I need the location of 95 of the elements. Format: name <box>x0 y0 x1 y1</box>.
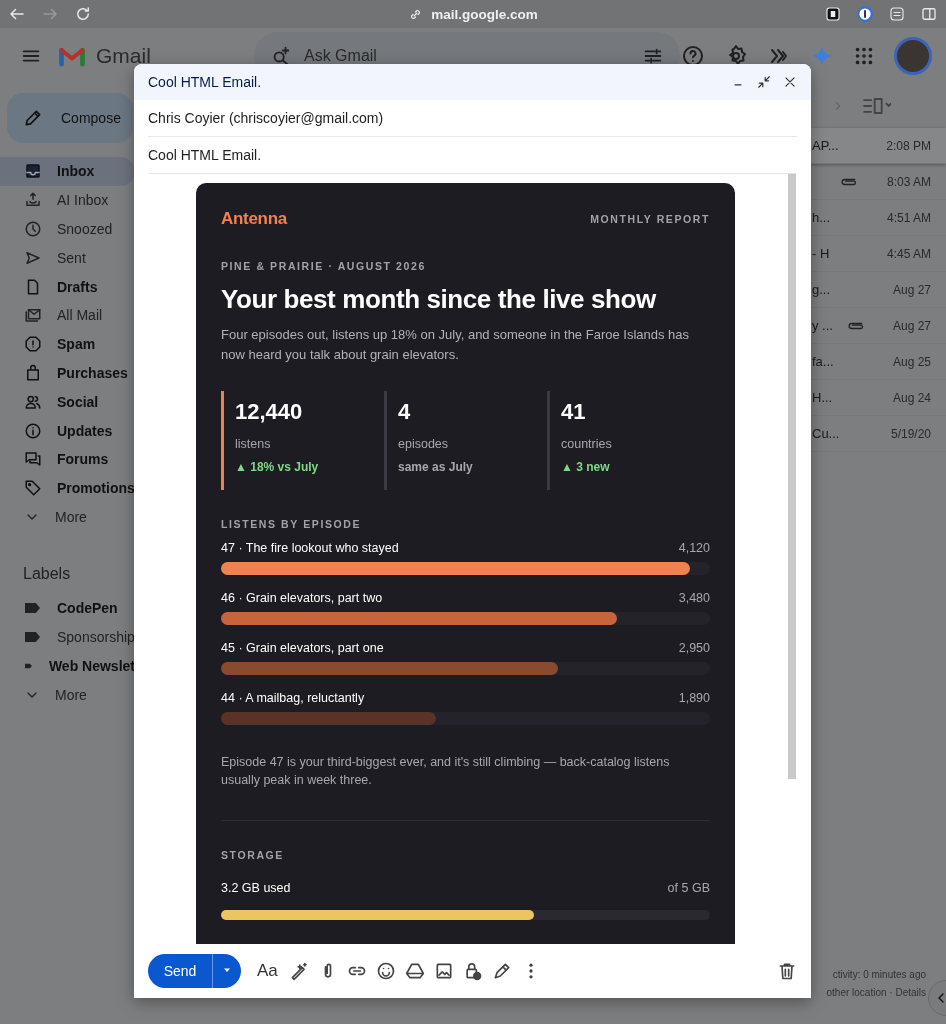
email-time: 2:08 PM <box>886 138 931 153</box>
episode-listens: 4,120 <box>678 541 710 555</box>
storage-total: of 5 GB <box>667 881 710 895</box>
label-item[interactable]: Sponsorship <box>0 622 135 652</box>
scrollbar[interactable] <box>788 174 796 779</box>
headline: Your best month since the live show <box>221 284 657 315</box>
info-icon <box>24 421 42 440</box>
email-time: 5/19/20 <box>890 426 931 441</box>
email-snippet: - H <box>812 246 830 261</box>
brand-name: Antenna <box>221 209 287 229</box>
chat-icon <box>24 450 42 469</box>
sidebar-item[interactable]: Promotions <box>0 473 135 503</box>
email-time: 4:51 AM <box>886 210 931 225</box>
more-item[interactable]: More <box>0 680 135 710</box>
stat-delta: ▲ 3 new <box>561 460 611 474</box>
recipient-field[interactable]: Chris Coyier (chriscoyier@gmail.com) <box>148 100 797 137</box>
sidebar-item[interactable]: Snoozed <box>0 214 135 244</box>
stat-label: listens <box>235 437 272 451</box>
email-time: Aug 24 <box>892 390 931 405</box>
episode-title: 44 · A mailbag, reluctantly <box>221 691 365 705</box>
apps-grid-icon[interactable] <box>853 45 875 67</box>
sidebar-item[interactable]: Social <box>0 387 135 417</box>
email-time: Aug 27 <box>892 318 931 333</box>
more-item[interactable]: More <box>0 502 135 532</box>
exit-fullscreen-icon[interactable] <box>757 75 771 89</box>
section-heading: LISTENS BY EPISODE <box>221 518 363 530</box>
pencil-icon <box>23 108 43 128</box>
labels-heading: Labels <box>23 565 72 584</box>
label-icon <box>25 631 40 642</box>
alert-icon <box>24 335 42 354</box>
app-name: Gmail <box>96 44 151 68</box>
stat-label: episodes <box>398 437 450 451</box>
sidebar-item[interactable]: Spam <box>0 329 135 359</box>
sidebar-item[interactable]: Inbox <box>0 157 135 186</box>
formatting-button[interactable]: Aa <box>255 961 280 981</box>
email-snippet: AP... <box>812 138 839 153</box>
episode-title: 45 · Grain elevators, part one <box>221 641 384 655</box>
stat-label: countries <box>561 437 613 451</box>
report-label: MONTHLY REPORT <box>590 213 710 225</box>
episode-listens: 3,480 <box>678 591 710 605</box>
email-row[interactable]: AP... 2:08 PM <box>811 128 946 164</box>
section-heading: STORAGE <box>221 849 285 861</box>
episode-title: 47 · The fire lookout who stayed <box>221 541 399 555</box>
inbox-icon <box>24 162 42 181</box>
email-time: Aug 27 <box>892 282 931 297</box>
clock-icon <box>24 220 42 238</box>
note-paragraph: Episode 47 is your third-biggest ever, and it's still climbing — back-catalog listens usually peak in week three. <box>221 754 671 789</box>
sidebar-item[interactable]: All Mail <box>0 301 135 330</box>
details-link[interactable]: Details <box>895 987 926 998</box>
intro-paragraph: Four episodes out, listens up 18% on July, and someone in the Faroe Islands has now heard you talk about grain elevators. <box>221 326 691 364</box>
extension-icon[interactable] <box>824 5 842 23</box>
stat-delta: ▲ 18% vs July <box>235 460 320 474</box>
stat-delta: same as July <box>398 460 474 474</box>
compose-button[interactable]: Compose <box>7 93 133 143</box>
email-snippet: h... <box>812 210 831 225</box>
subject-field[interactable]: Cool HTML Email. <box>148 137 797 174</box>
emoji-icon[interactable] <box>375 961 396 981</box>
url-text[interactable]: mail.google.com <box>431 6 538 22</box>
sliders-icon[interactable] <box>888 5 906 23</box>
label-icon <box>25 602 40 613</box>
avatar-circle[interactable] <box>894 37 932 75</box>
email-time: Aug 25 <box>892 354 931 369</box>
label-item[interactable]: CodePen <box>0 593 135 623</box>
email-snippet: Cu... <box>812 426 840 441</box>
stat-value: 4 <box>398 399 412 425</box>
sidebar-item[interactable]: Forums <box>0 444 135 474</box>
email-time: 4:45 AM <box>886 246 931 261</box>
storage-used: 3.2 GB used <box>221 881 291 895</box>
close-icon[interactable] <box>783 75 797 89</box>
tag-icon <box>24 479 42 498</box>
kicker-text: PINE & PRAIRIE · AUGUST 2026 <box>221 260 427 272</box>
stat-value: 12,440 <box>235 399 304 425</box>
password-manager-icon[interactable] <box>856 5 874 23</box>
activity-text: ctivity: 0 minutes ago <box>831 968 926 982</box>
trash-icon[interactable] <box>777 961 797 981</box>
email-snippet: fa... <box>812 354 834 369</box>
sidebar-item[interactable]: Drafts <box>0 272 135 301</box>
sidebar-item[interactable]: Updates <box>0 416 135 445</box>
email-snippet: H... <box>812 390 833 405</box>
sidebar-item[interactable]: AI Inbox <box>0 185 135 215</box>
episode-listens: 1,890 <box>678 691 710 705</box>
email-snippet: y ... <box>812 318 833 333</box>
location-text: other location · <box>826 987 894 998</box>
email-time: 8:03 AM <box>886 174 931 189</box>
mail-stack-icon <box>24 306 42 325</box>
episode-listens: 2,950 <box>678 641 710 655</box>
bag-icon <box>24 363 42 382</box>
reload-icon[interactable] <box>74 5 92 23</box>
episode-title: 46 · Grain elevators, part two <box>221 591 383 605</box>
sidebar-toggle-icon[interactable] <box>920 5 938 23</box>
email-snippet: g... <box>812 282 831 297</box>
sidebar-item[interactable]: Sent <box>0 243 135 273</box>
stat-value: 41 <box>561 399 587 425</box>
sidebar-item[interactable]: Purchases <box>0 358 135 388</box>
label-item[interactable]: Web Newslet <box>0 651 135 681</box>
